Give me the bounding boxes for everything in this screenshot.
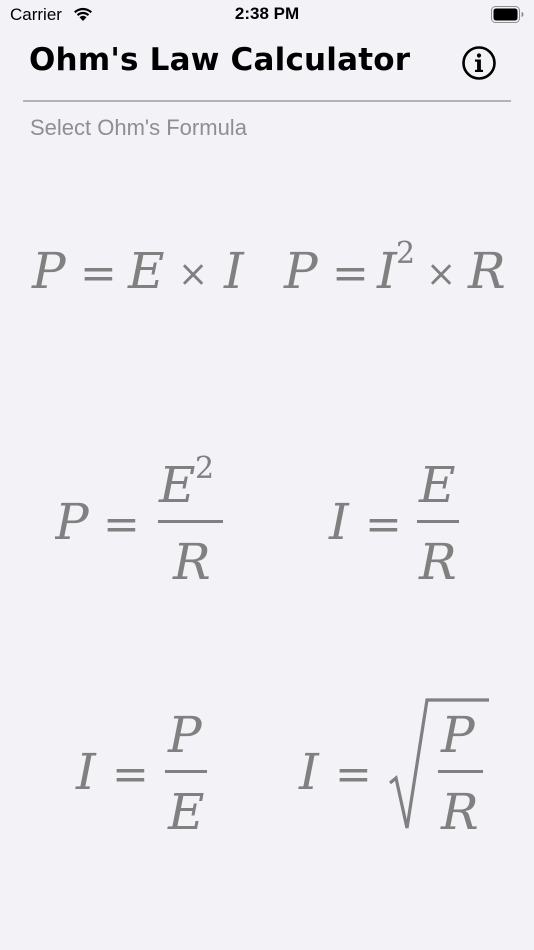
battery-icon: [491, 6, 524, 23]
svg-text:P: P: [55, 493, 90, 551]
svg-text:=: =: [80, 248, 117, 299]
svg-text:I: I: [298, 743, 320, 801]
svg-text:=: =: [332, 248, 369, 299]
formula-p-equals-e-squared-over-r[interactable]: P = E 2 R: [55, 445, 235, 590]
svg-text:E: E: [127, 242, 165, 300]
svg-text:E: E: [158, 456, 196, 514]
formula-p-equals-e-times-i[interactable]: P = E × I: [28, 235, 258, 310]
status-bar: Carrier 2:38 PM: [0, 0, 534, 30]
svg-text:×: ×: [178, 254, 208, 295]
info-circle-icon[interactable]: [461, 45, 497, 81]
section-label: Select Ohm's Formula: [30, 115, 247, 140]
page-title: Ohm's Law Calculator: [29, 42, 411, 78]
svg-text:I: I: [328, 493, 350, 551]
svg-text:P: P: [283, 242, 319, 300]
svg-text:R: R: [418, 533, 457, 590]
svg-text:=: =: [335, 749, 372, 800]
svg-text:I: I: [376, 242, 398, 300]
svg-text:P: P: [31, 242, 67, 300]
svg-text:E: E: [167, 783, 205, 840]
svg-text:P: P: [167, 706, 203, 764]
formula-i-equals-e-over-r[interactable]: I = E R: [325, 445, 475, 590]
formula-i-equals-p-over-e[interactable]: I = P E: [72, 695, 222, 840]
formula-i-equals-sqrt-p-over-r[interactable]: I = P R: [295, 690, 495, 840]
svg-text:=: =: [112, 749, 149, 800]
svg-text:P: P: [440, 706, 476, 764]
svg-text:I: I: [223, 242, 245, 300]
formula-p-equals-i-squared-times-r[interactable]: P = I 2 × R: [282, 235, 512, 310]
svg-text:I: I: [75, 743, 97, 801]
svg-text:E: E: [418, 456, 456, 514]
header-divider: [23, 100, 511, 102]
svg-text:2: 2: [195, 451, 214, 486]
svg-text:R: R: [467, 242, 506, 300]
clock-time: 2:38 PM: [234, 4, 300, 23]
svg-text:×: ×: [426, 254, 456, 295]
svg-text:=: =: [103, 499, 140, 550]
svg-text:=: =: [365, 499, 402, 550]
svg-text:R: R: [172, 533, 211, 590]
svg-text:R: R: [440, 783, 479, 840]
svg-text:2: 2: [396, 236, 415, 271]
